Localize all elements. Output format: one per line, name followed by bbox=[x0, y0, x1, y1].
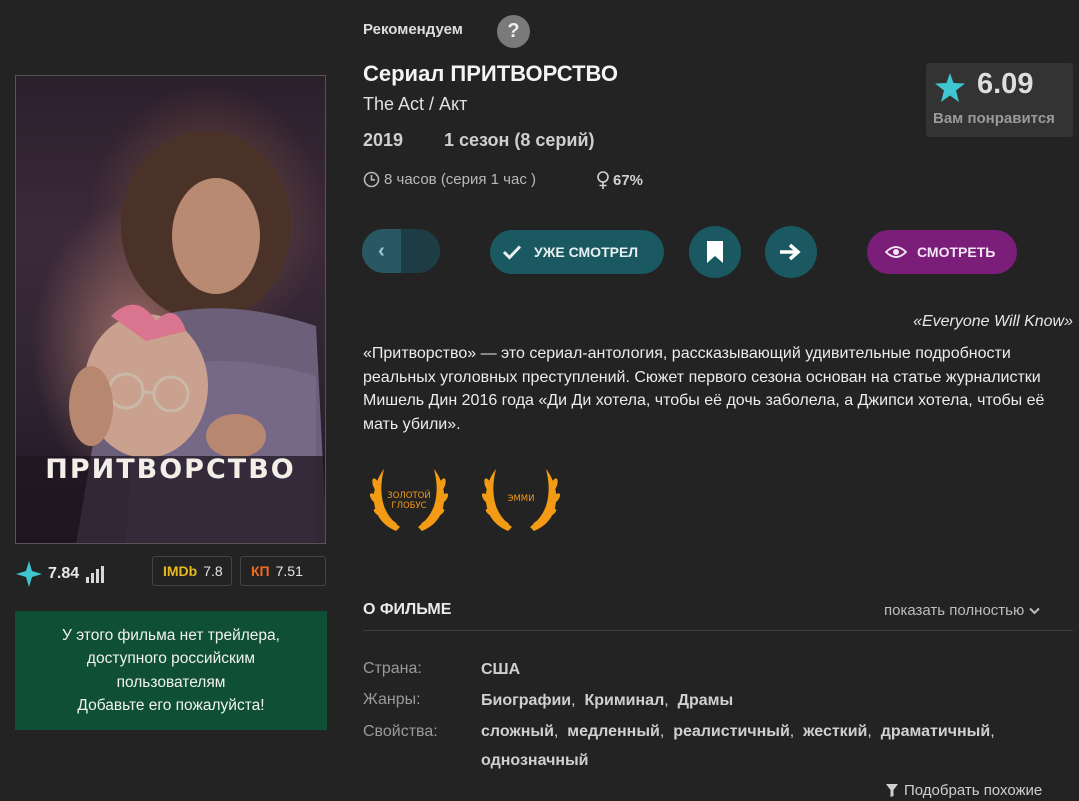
duration-info: 8 часов (серия 1 час ) bbox=[363, 171, 536, 188]
find-similar-link[interactable]: Подобрать похожие bbox=[885, 782, 1042, 799]
notice-line: пользователям bbox=[116, 673, 226, 691]
find-similar-label: Подобрать похожие bbox=[904, 782, 1043, 799]
kp-value: 7.51 bbox=[275, 563, 303, 579]
kp-label: КП bbox=[251, 563, 270, 579]
already-watched-label: УЖЕ СМОТРЕЛ bbox=[534, 244, 639, 260]
duration-text: 8 часов (серия 1 час ) bbox=[384, 171, 536, 188]
chevron-left-icon[interactable]: ‹ bbox=[362, 229, 401, 273]
watch-button[interactable]: СМОТРЕТЬ bbox=[867, 230, 1017, 274]
ratings-row: 7.84 IMDb 7.8 КП 7.51 bbox=[15, 556, 327, 588]
prev-next-switch[interactable]: ‹ bbox=[362, 229, 440, 273]
imdb-value: 7.8 bbox=[203, 563, 223, 579]
description: «Притворство» — это сериал-антология, ра… bbox=[363, 345, 1045, 433]
poster-image[interactable]: ПРИТВОРСТВО bbox=[15, 75, 326, 544]
show-full-label: показать полностью bbox=[884, 602, 1025, 619]
country-label: Страна: bbox=[363, 660, 422, 677]
signal-bars-icon bbox=[86, 565, 105, 583]
bookmark-icon bbox=[707, 241, 723, 263]
person-star-icon bbox=[935, 73, 965, 102]
help-button[interactable]: ? bbox=[497, 15, 530, 48]
property-link[interactable]: сложный bbox=[481, 723, 554, 740]
page-title: Сериал ПРИТВОРСТВО bbox=[363, 61, 618, 86]
properties-label: Свойства: bbox=[363, 723, 438, 740]
clock-icon bbox=[363, 171, 380, 188]
site-rating[interactable]: 7.84 bbox=[15, 560, 105, 588]
property-link[interactable]: жесткий bbox=[803, 723, 867, 740]
poster-title-text: ПРИТВОРСТВО bbox=[45, 454, 296, 485]
notice-line: У этого фильма нет трейлера, bbox=[62, 626, 280, 644]
watch-label: СМОТРЕТЬ bbox=[917, 244, 996, 260]
notice-line: Добавьте его пожалуйста! bbox=[77, 697, 265, 714]
next-slot[interactable] bbox=[401, 229, 440, 273]
sparkle-star-icon bbox=[16, 561, 42, 587]
female-audience: 67% bbox=[596, 171, 643, 190]
award-golden-globe[interactable]: ЗОЛОТОЙ ГЛОБУС bbox=[366, 463, 452, 535]
chevron-down-icon bbox=[1029, 607, 1040, 614]
divider bbox=[363, 630, 1073, 631]
property-link[interactable]: реалистичный bbox=[673, 723, 790, 740]
site-rating-value: 7.84 bbox=[48, 565, 80, 582]
share-button[interactable] bbox=[765, 226, 817, 278]
imdb-rating[interactable]: IMDb 7.8 bbox=[152, 556, 232, 586]
prediction-score: 6.09 Вам понравится bbox=[926, 63, 1073, 137]
filter-icon bbox=[886, 784, 898, 797]
show-full-link[interactable]: показать полностью bbox=[884, 602, 1040, 619]
prediction-caption: Вам понравится bbox=[933, 110, 1055, 127]
arrow-right-icon bbox=[780, 243, 801, 261]
female-audience-value: 67% bbox=[613, 172, 644, 189]
kp-rating[interactable]: КП 7.51 bbox=[240, 556, 326, 586]
eye-icon bbox=[885, 246, 907, 258]
original-title: The Act / Акт bbox=[363, 94, 468, 114]
genre-link[interactable]: Криминал bbox=[584, 692, 664, 709]
properties-list: сложный, медленный, реалистичный, жестки… bbox=[481, 723, 995, 769]
recommend-label: Рекомендуем bbox=[363, 21, 463, 38]
property-link[interactable]: медленный bbox=[567, 723, 660, 740]
genres-label: Жанры: bbox=[363, 691, 421, 708]
award-name: ЭММИ bbox=[507, 494, 535, 504]
bookmark-button[interactable] bbox=[689, 226, 741, 278]
already-watched-button[interactable]: УЖЕ СМОТРЕЛ bbox=[490, 230, 664, 274]
country-link[interactable]: США bbox=[481, 661, 520, 678]
about-heading: О ФИЛЬМЕ bbox=[363, 601, 452, 618]
country-value: США bbox=[481, 655, 1071, 684]
no-trailer-notice[interactable]: У этого фильма нет трейлера, доступного … bbox=[15, 611, 327, 730]
genre-link[interactable]: Драмы bbox=[678, 692, 734, 709]
release-year: 2019 bbox=[363, 130, 404, 150]
prediction-score-value: 6.09 bbox=[977, 68, 1034, 100]
checkmark-icon bbox=[502, 245, 522, 260]
genre-link[interactable]: Биографии bbox=[481, 692, 571, 709]
property-link[interactable]: однозначный bbox=[481, 752, 589, 769]
genres-list: Биографии, Криминал, Драмы bbox=[481, 692, 734, 709]
imdb-label: IMDb bbox=[163, 563, 198, 579]
tagline: «Everyone Will Know» bbox=[913, 313, 1073, 330]
award-name: ЗОЛОТОЙ ГЛОБУС bbox=[387, 491, 431, 511]
seasons-info: 1 сезон (8 серий) bbox=[444, 130, 595, 150]
female-icon bbox=[597, 171, 609, 189]
property-link[interactable]: драматичный bbox=[881, 723, 990, 740]
award-emmy[interactable]: ЭММИ bbox=[478, 463, 564, 535]
notice-line: доступного российским bbox=[86, 650, 256, 667]
